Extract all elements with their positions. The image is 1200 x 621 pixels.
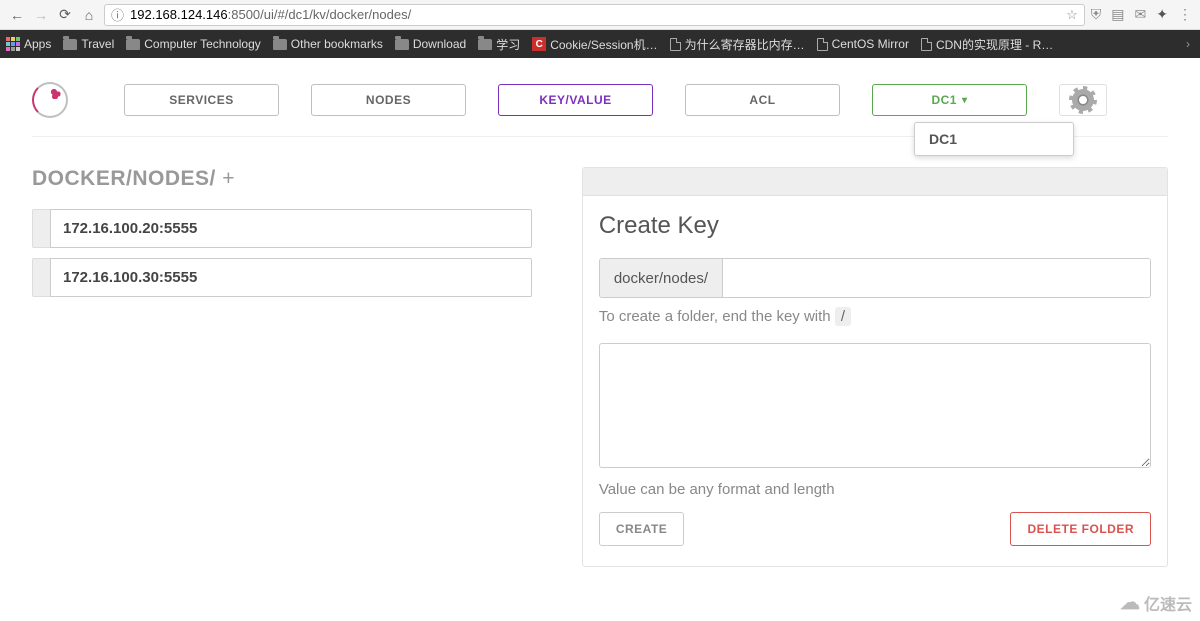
- menu-icon[interactable]: ⋮: [1178, 6, 1192, 23]
- bookmark-folder[interactable]: Download: [395, 37, 466, 51]
- bookmark-folder[interactable]: Computer Technology: [126, 37, 261, 51]
- bookmark-page[interactable]: 为什么寄存器比内存…: [670, 36, 805, 53]
- bookmarks-overflow-icon[interactable]: ›: [1182, 37, 1194, 51]
- settings-button[interactable]: [1059, 84, 1107, 116]
- key-input[interactable]: [723, 259, 1150, 297]
- apps-label: Apps: [24, 37, 51, 51]
- bookmark-page[interactable]: CentOS Mirror: [817, 37, 909, 51]
- kv-item-label[interactable]: 172.16.100.30:5555: [50, 258, 532, 297]
- panel-title: Create Key: [599, 212, 1151, 240]
- dc-dropdown[interactable]: DC1: [914, 122, 1074, 156]
- back-icon[interactable]: ←: [8, 7, 26, 23]
- kv-item-marker: [32, 209, 50, 248]
- watermark-text: 亿速云: [1144, 591, 1192, 615]
- browser-toolbar: ← → ⟳ ⌂ ⓘ 192.168.124.146:8500/ui/#/dc1/…: [0, 0, 1200, 30]
- breadcrumb: DOCKER/NODES/ +: [32, 167, 532, 191]
- bookmark-star-icon[interactable]: ☆: [1066, 7, 1078, 23]
- breadcrumb-path[interactable]: DOCKER/NODES/: [32, 167, 216, 190]
- page-icon: [817, 38, 828, 51]
- nav-services[interactable]: SERVICES: [124, 84, 279, 116]
- bookmark-folder[interactable]: Travel: [63, 37, 114, 51]
- folder-icon: [126, 39, 140, 50]
- folder-icon: [273, 39, 287, 50]
- value-textarea[interactable]: [599, 343, 1151, 468]
- key-helper-text: To create a folder, end the key with /: [599, 308, 1151, 325]
- address-bar[interactable]: ⓘ 192.168.124.146:8500/ui/#/dc1/kv/docke…: [104, 4, 1085, 26]
- page-icon: [670, 38, 681, 51]
- bookmarks-bar: Apps Travel Computer Technology Other bo…: [0, 30, 1200, 58]
- create-button[interactable]: CREATE: [599, 512, 684, 546]
- nav-nodes[interactable]: NODES: [311, 84, 466, 116]
- key-input-row: docker/nodes/: [599, 258, 1151, 298]
- value-helper-text: Value can be any format and length: [599, 481, 1151, 498]
- apps-button[interactable]: Apps: [6, 37, 51, 51]
- slash-kbd: /: [835, 307, 851, 326]
- dc-label: DC1: [931, 93, 957, 107]
- cookie-icon: C: [532, 37, 546, 51]
- nav-acl[interactable]: ACL: [685, 84, 840, 116]
- top-nav: SERVICES NODES KEY/VALUE ACL DC1 ▾ DC1: [32, 82, 1168, 118]
- kv-list-item[interactable]: 172.16.100.20:5555: [32, 209, 532, 248]
- cloud-icon: ☁: [1120, 590, 1140, 615]
- kv-list-item[interactable]: 172.16.100.30:5555: [32, 258, 532, 297]
- delete-folder-button[interactable]: DELETE FOLDER: [1010, 512, 1151, 546]
- apps-icon: [6, 37, 20, 51]
- kv-item-label[interactable]: 172.16.100.20:5555: [50, 209, 532, 248]
- caret-down-icon: ▾: [962, 95, 968, 106]
- folder-icon: [63, 39, 77, 50]
- bookmark-page[interactable]: CDN的实现原理 - R…: [921, 36, 1053, 53]
- nav-keyvalue[interactable]: KEY/VALUE: [498, 84, 653, 116]
- panel-header-bar: [583, 168, 1167, 196]
- forward-icon[interactable]: →: [32, 7, 50, 23]
- ext-icon-1[interactable]: ▤: [1111, 6, 1124, 23]
- info-icon: ⓘ: [111, 5, 124, 24]
- browser-extensions: ⛨ ▤ ✉ ✦ ⋮: [1091, 6, 1192, 23]
- gear-icon: [1072, 89, 1094, 111]
- watermark: ☁ 亿速云: [1120, 590, 1192, 615]
- shield-icon[interactable]: ⛨: [1091, 6, 1102, 23]
- create-key-panel: Create Key docker/nodes/ To create a fol…: [582, 167, 1168, 567]
- home-icon[interactable]: ⌂: [80, 7, 98, 23]
- ext-icon-2[interactable]: ✉: [1135, 6, 1147, 23]
- url-text: 192.168.124.146:8500/ui/#/dc1/kv/docker/…: [130, 7, 1060, 22]
- dc-selector[interactable]: DC1 ▾: [872, 84, 1027, 116]
- key-prefix-label: docker/nodes/: [600, 259, 723, 297]
- bookmark-page[interactable]: CCookie/Session机…: [532, 36, 657, 53]
- add-key-icon[interactable]: +: [222, 167, 235, 190]
- page-icon: [921, 38, 932, 51]
- bookmark-folder[interactable]: Other bookmarks: [273, 37, 383, 51]
- folder-icon: [478, 39, 492, 50]
- folder-icon: [395, 39, 409, 50]
- consul-logo[interactable]: [32, 82, 68, 118]
- ext-icon-3[interactable]: ✦: [1156, 6, 1168, 23]
- reload-icon[interactable]: ⟳: [56, 6, 74, 23]
- bookmark-folder[interactable]: 学习: [478, 36, 520, 53]
- kv-item-marker: [32, 258, 50, 297]
